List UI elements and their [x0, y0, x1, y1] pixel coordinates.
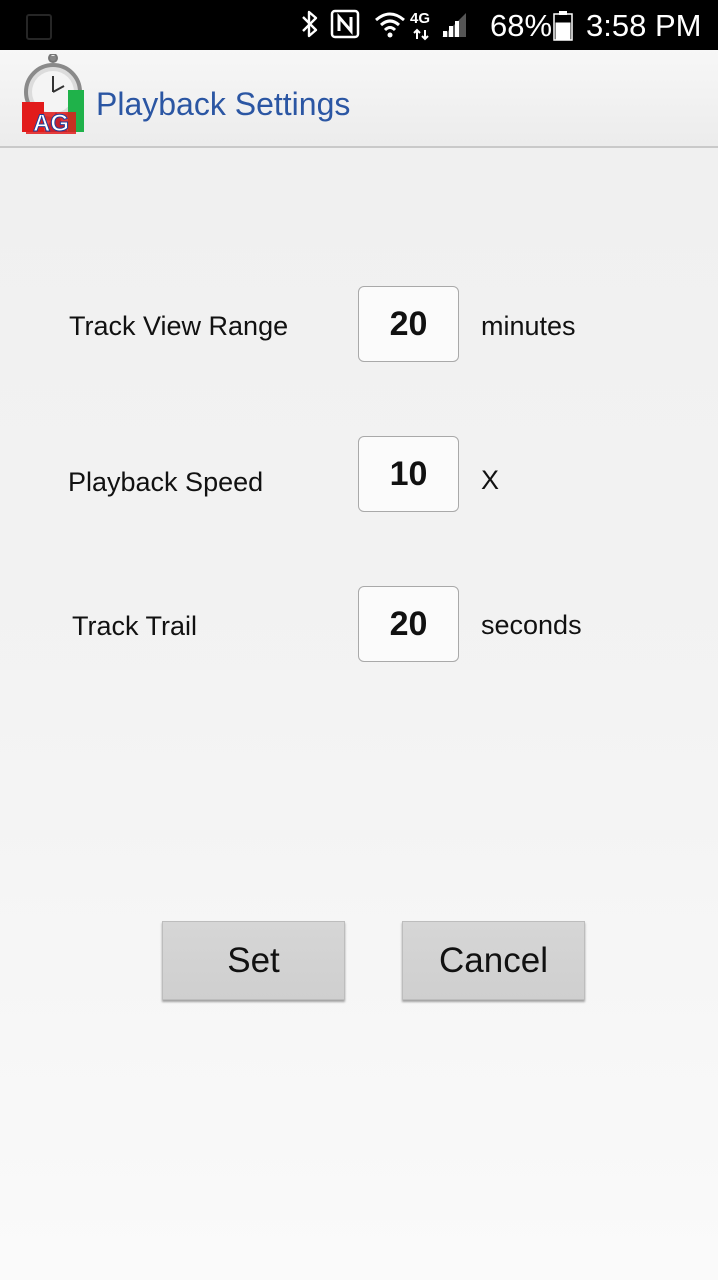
track-trail-input[interactable]: [359, 587, 458, 661]
track-trail-label: Track Trail: [72, 611, 198, 641]
status-icons: 4G: [298, 9, 468, 43]
track-view-range-label: Track View Range: [69, 311, 289, 341]
track-view-range-input[interactable]: [359, 287, 458, 361]
wifi-icon: [374, 9, 406, 44]
track-trail-field-box: [358, 586, 459, 662]
playback-speed-input[interactable]: [359, 437, 458, 511]
app-bar: AG Playback Settings: [0, 50, 718, 148]
set-button[interactable]: Set: [162, 921, 345, 1000]
playback-speed-field-box: [358, 436, 459, 512]
battery-percent: 68%: [490, 8, 553, 43]
nfc-icon: [330, 9, 360, 44]
logo-text: AG: [33, 110, 69, 136]
lte-4g-icon: 4G: [408, 11, 438, 41]
clock: 3:58 PM: [586, 8, 702, 43]
signal-icon: [440, 9, 468, 44]
bluetooth-icon: [298, 9, 322, 44]
settings-form: Track View Range minutes Playback Speed …: [0, 148, 718, 1280]
battery-icon: [553, 11, 573, 46]
page-title: Playback Settings: [96, 86, 351, 122]
app-logo-icon[interactable]: AG: [16, 53, 88, 138]
track-trail-unit: seconds: [481, 610, 582, 640]
playback-speed-label: Playback Speed: [68, 467, 264, 497]
cancel-button[interactable]: Cancel: [402, 921, 585, 1000]
playback-speed-unit: X: [481, 465, 500, 495]
track-view-range-field-box: [358, 286, 459, 362]
notification-icon: [26, 14, 52, 40]
track-view-range-unit: minutes: [481, 311, 576, 341]
status-bar: 4G 68% 3:58 PM: [0, 0, 718, 50]
